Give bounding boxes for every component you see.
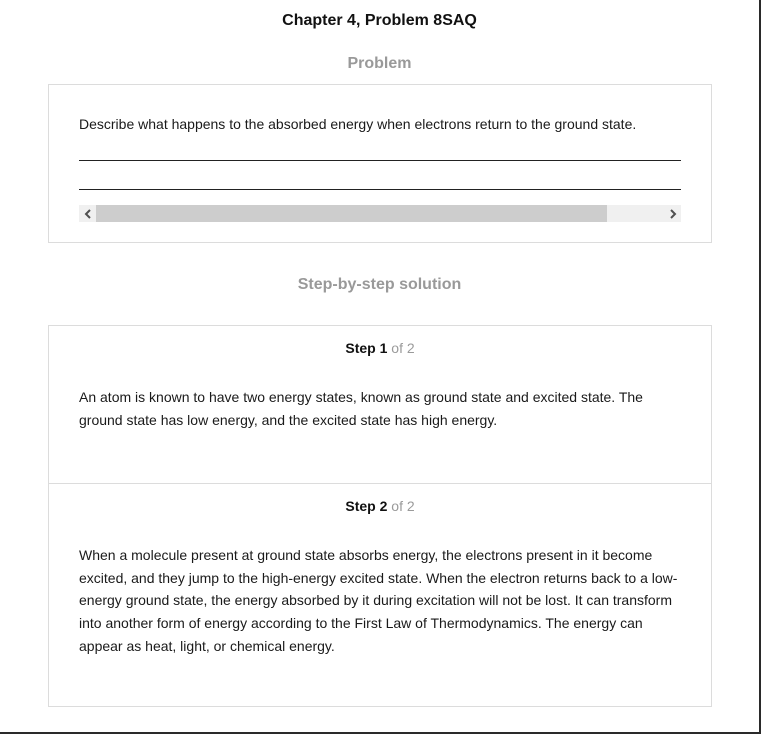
step-panel-1: Step 1 of 2 An atom is known to have two… (49, 326, 711, 484)
solution-heading: Step-by-step solution (297, 276, 462, 293)
scrollbar-thumb[interactable] (96, 205, 607, 222)
step-text: When a molecule present at ground state … (79, 547, 678, 654)
page-frame: Chapter 4, Problem 8SAQ Problem Describe… (0, 0, 761, 734)
step-panel-2: Step 2 of 2 When a molecule present at g… (49, 484, 711, 706)
step-total: of 2 (391, 340, 415, 356)
step-number: 2 (379, 498, 388, 514)
page-title: Chapter 4, Problem 8SAQ (282, 12, 477, 29)
chevron-left-icon[interactable] (79, 205, 96, 222)
problem-text: Describe what happens to the absorbed en… (79, 116, 637, 132)
answer-line (79, 160, 681, 161)
problem-heading: Problem (347, 55, 412, 72)
step-label: Step (345, 498, 376, 514)
problem-card: Describe what happens to the absorbed en… (48, 84, 712, 243)
step-text: An atom is known to have two energy stat… (79, 389, 643, 428)
chevron-right-icon[interactable] (664, 205, 681, 222)
step-total: of 2 (391, 498, 415, 514)
step-number: 1 (379, 340, 388, 356)
step-label: Step (345, 340, 376, 356)
step-header: Step 1 of 2 (49, 340, 711, 356)
answer-line (79, 189, 681, 190)
steps-card: Step 1 of 2 An atom is known to have two… (48, 325, 712, 707)
horizontal-scrollbar[interactable] (79, 205, 681, 222)
step-header: Step 2 of 2 (49, 498, 711, 514)
